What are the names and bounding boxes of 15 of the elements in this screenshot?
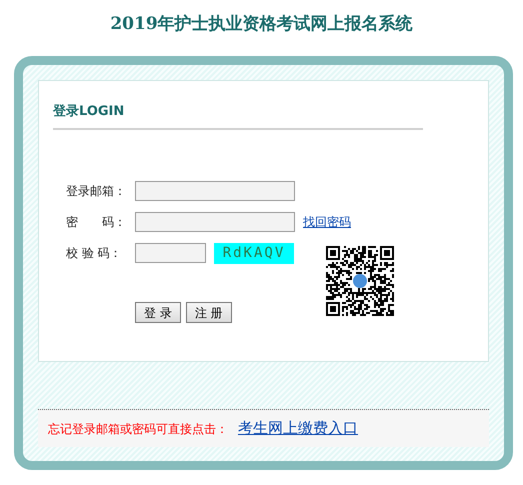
page-title: 2019年护士执业资格考试网上报名系统 — [109, 13, 414, 36]
recover-password-link[interactable]: 找回密码 — [303, 213, 351, 231]
payment-link[interactable]: 考生网上缴费入口 — [238, 417, 358, 440]
register-button[interactable]: 注 册 — [186, 302, 232, 323]
password-field[interactable] — [135, 212, 295, 232]
email-field[interactable] — [135, 181, 295, 201]
footer-note: 忘记登录邮箱或密码可直接点击： — [48, 420, 228, 438]
captcha-image: RdKAQV — [214, 242, 294, 264]
login-button[interactable]: 登 录 — [135, 302, 181, 323]
login-heading: 登录LOGIN — [53, 103, 126, 121]
captcha-field[interactable] — [135, 243, 206, 263]
field-label: 校 验 码： — [65, 245, 123, 262]
qr-code-icon — [326, 246, 394, 316]
field-label: 登录邮箱： — [65, 183, 127, 200]
field-label: 密 码： — [65, 214, 127, 231]
